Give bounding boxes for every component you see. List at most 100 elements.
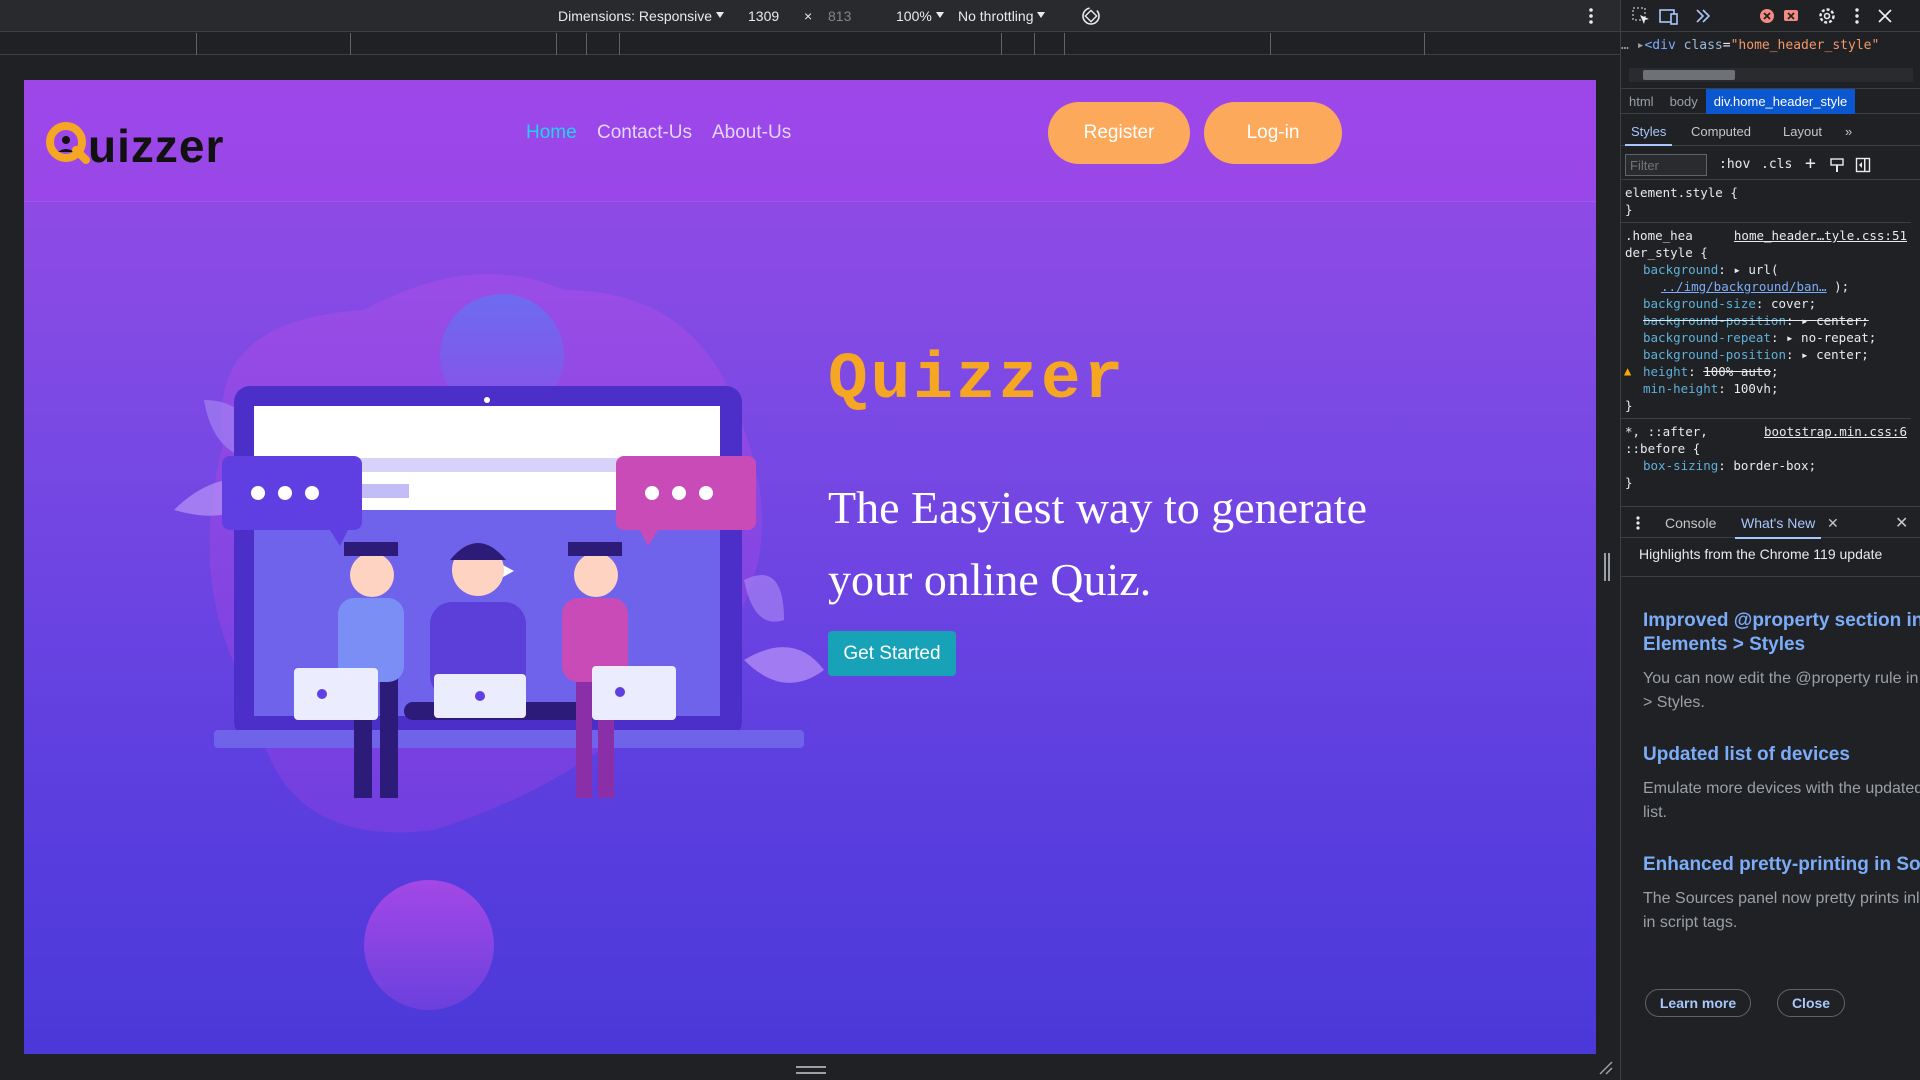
whats-new-item-title[interactable]: Enhanced pretty-printing in Sources xyxy=(1643,853,1920,877)
styles-filter-row: :hov .cls + xyxy=(1621,150,1920,180)
rotate-icon[interactable] xyxy=(1080,5,1102,27)
dom-horizontal-scrollbar[interactable] xyxy=(1629,68,1913,82)
tab-computed[interactable]: Computed xyxy=(1691,124,1751,139)
zoom-dropdown[interactable]: 100% xyxy=(896,8,944,24)
close-drawer-icon[interactable]: ✕ xyxy=(1895,513,1908,533)
rule-home-header-style: home_header…tyle.css:51 .home_hea der_st… xyxy=(1621,227,1911,419)
rule-universal-box-sizing: bootstrap.min.css:6 *, ::after, ::before… xyxy=(1621,423,1911,495)
device-toggle-icon[interactable] xyxy=(1659,6,1679,26)
quizzer-logo[interactable]: uizzer xyxy=(44,106,274,176)
styles-filter-input[interactable] xyxy=(1625,154,1707,176)
url-link[interactable]: ../img/background/ban… xyxy=(1661,279,1827,294)
tab-layout[interactable]: Layout xyxy=(1783,124,1822,139)
property-name: min-height xyxy=(1643,381,1719,396)
whats-new-item-title[interactable]: Updated list of devices xyxy=(1643,743,1920,767)
breadcrumb-div[interactable]: div.home_header_style xyxy=(1705,89,1856,114)
devtools-toolbar xyxy=(1621,0,1920,32)
ruler-tick xyxy=(1270,33,1271,55)
viewport-resize-handle[interactable] xyxy=(796,1066,826,1074)
declaration[interactable]: background-repeat: ▸ no-repeat; xyxy=(1625,329,1911,346)
chevron-down-icon xyxy=(1037,12,1046,18)
settings-gear-icon[interactable] xyxy=(1817,6,1837,26)
declaration[interactable]: background-size: cover; xyxy=(1625,295,1911,312)
inspect-element-icon[interactable] xyxy=(1631,6,1651,26)
warning-icon: ▲ xyxy=(1624,364,1632,378)
property-name: background-repeat xyxy=(1643,330,1771,345)
declaration-overridden[interactable]: background-position: ▸ center; xyxy=(1625,312,1911,329)
declaration[interactable]: min-height: 100vh; xyxy=(1625,380,1911,397)
emulated-viewport: uizzer Home Contact-Us About-Us Register… xyxy=(24,80,1596,1054)
error-count-icon[interactable] xyxy=(1757,6,1777,26)
whats-new-item-desc: list. xyxy=(1643,804,1667,821)
dimensions-label: Dimensions: Responsive xyxy=(558,8,713,24)
throttling-dropdown[interactable]: No throttling xyxy=(958,8,1046,24)
property-name: background-position xyxy=(1643,347,1786,362)
declaration-invalid[interactable]: ▲ height: 100% auto; xyxy=(1624,363,1911,380)
declaration[interactable]: background-position: ▸ center; xyxy=(1625,346,1911,363)
chevron-down-icon xyxy=(716,12,725,18)
close-tab-icon[interactable]: ✕ xyxy=(1827,515,1839,532)
whats-new-item-desc: You can now edit the @property rule in E… xyxy=(1643,670,1920,687)
tab-whats-new[interactable]: What's New xyxy=(1734,515,1822,539)
hero-illustration xyxy=(174,274,824,833)
register-button[interactable]: Register xyxy=(1048,102,1190,164)
scrollbar-thumb[interactable] xyxy=(1643,70,1735,80)
width-input[interactable]: 1309 xyxy=(748,8,779,24)
whats-new-item: Enhanced pretty-printing in Sources The … xyxy=(1643,853,1920,935)
get-started-button[interactable]: Get Started xyxy=(828,631,956,676)
devtools-menu-icon[interactable] xyxy=(1847,6,1867,26)
more-subtabs-icon[interactable]: » xyxy=(1845,124,1852,139)
nav-contact-link[interactable]: Contact-Us xyxy=(597,122,692,144)
breadcrumb: html body div.home_header_style xyxy=(1621,88,1920,114)
more-tabs-icon[interactable] xyxy=(1693,6,1713,26)
breadcrumb-body[interactable]: body xyxy=(1662,89,1706,114)
dimensions-dropdown[interactable]: Dimensions: Responsive xyxy=(558,8,725,24)
property-value: border-box; xyxy=(1733,458,1817,473)
paint-brush-icon[interactable] xyxy=(1829,157,1845,173)
ruler-tick xyxy=(619,33,620,55)
height-input[interactable]: 813 xyxy=(828,8,851,24)
tab-styles[interactable]: Styles xyxy=(1624,124,1673,146)
drawer-menu-icon[interactable] xyxy=(1635,515,1641,531)
viewport-width-handle[interactable] xyxy=(1604,553,1610,581)
hero-title: Quizzer xyxy=(828,342,1127,417)
rule-close: } xyxy=(1625,475,1633,490)
rule-source-link[interactable]: home_header…tyle.css:51 xyxy=(1734,227,1907,244)
toggle-sidebar-icon[interactable] xyxy=(1855,157,1871,173)
rule-close: } xyxy=(1625,202,1633,217)
close-devtools-icon[interactable] xyxy=(1875,6,1895,26)
whats-new-item-title[interactable]: Improved @property section in Elements >… xyxy=(1643,609,1920,657)
resize-corner-icon[interactable] xyxy=(1598,1060,1614,1076)
add-rule-icon[interactable]: + xyxy=(1805,153,1816,174)
property-value: 100vh; xyxy=(1733,381,1779,396)
breadcrumb-html[interactable]: html xyxy=(1621,89,1662,114)
nav-home-link[interactable]: Home xyxy=(526,122,577,144)
cls-toggle[interactable]: .cls xyxy=(1761,157,1792,172)
media-query-ruler[interactable] xyxy=(0,33,1620,55)
rule-source-link[interactable]: bootstrap.min.css:6 xyxy=(1764,423,1907,440)
dom-attr-value: "home_header_style" xyxy=(1730,38,1880,53)
more-options-icon[interactable] xyxy=(1588,7,1594,25)
issues-icon[interactable] xyxy=(1781,6,1801,26)
property-name: background xyxy=(1643,262,1719,277)
ruler-tick xyxy=(1001,33,1002,55)
tab-console[interactable]: Console xyxy=(1665,515,1716,531)
declaration[interactable]: box-sizing: border-box; xyxy=(1625,457,1911,474)
rule-selector: der_style { xyxy=(1625,245,1708,260)
ruler-tick xyxy=(586,33,587,55)
close-button[interactable]: Close xyxy=(1777,989,1845,1017)
dom-tree-selected-node[interactable]: … ▸<div class="home_header_style" xyxy=(1621,38,1920,60)
property-value: no-repeat; xyxy=(1801,330,1877,345)
device-toolbar: Dimensions: Responsive 1309 × 813 100% N… xyxy=(0,0,1620,32)
hov-toggle[interactable]: :hov xyxy=(1719,157,1750,172)
logo-lettering: uizzer xyxy=(88,120,224,172)
drawer-tab-bar: Console What's New ✕ ✕ xyxy=(1621,506,1920,539)
learn-more-button[interactable]: Learn more xyxy=(1645,989,1751,1017)
rule-close: } xyxy=(1625,398,1633,413)
login-button[interactable]: Log-in xyxy=(1204,102,1342,164)
ruler-tick xyxy=(350,33,351,55)
ruler-tick xyxy=(556,33,557,55)
dom-equals: = xyxy=(1722,38,1731,53)
declaration[interactable]: background: ▸ url( xyxy=(1625,261,1911,278)
nav-about-link[interactable]: About-Us xyxy=(712,122,791,144)
